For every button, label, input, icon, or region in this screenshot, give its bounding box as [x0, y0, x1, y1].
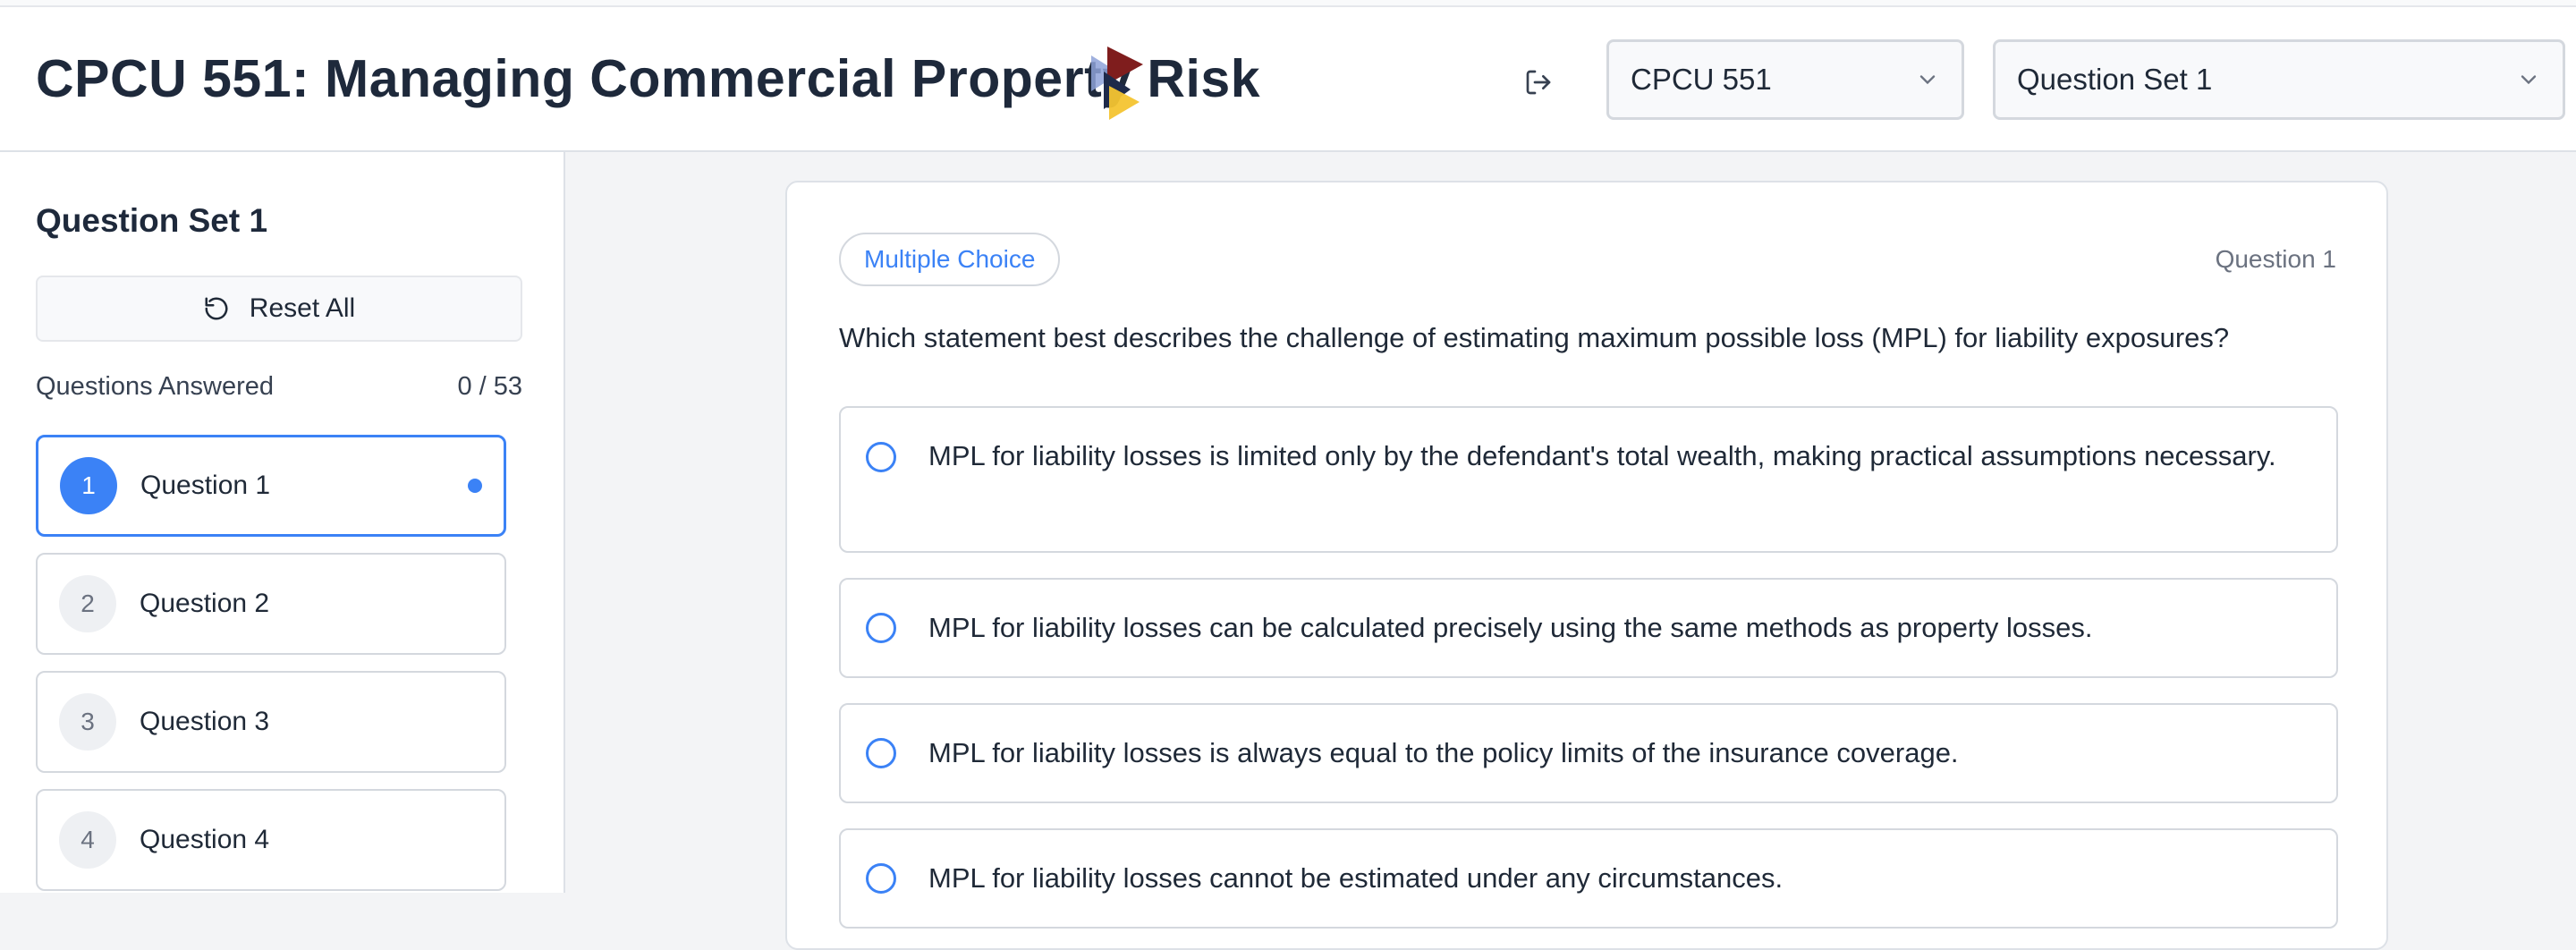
question-nav-item-4[interactable]: 4 Question 4 [36, 789, 506, 891]
question-number-badge: 3 [59, 693, 116, 751]
course-select-value: CPCU 551 [1631, 63, 1772, 96]
chevron-down-icon [2521, 75, 2537, 85]
reset-all-label: Reset All [249, 293, 356, 323]
question-nav-item-1[interactable]: 1 Question 1 [36, 435, 506, 537]
question-nav-label: Question 1 [140, 471, 271, 500]
question-number-badge: 4 [59, 811, 116, 869]
chevron-down-icon [1919, 75, 1936, 85]
radio-button[interactable] [866, 738, 896, 768]
question-nav-item-3[interactable]: 3 Question 3 [36, 671, 506, 773]
answer-option-2[interactable]: MPL for liability losses can be calculat… [839, 578, 2338, 678]
logout-icon [1526, 70, 1551, 95]
logout-button[interactable] [1521, 64, 1556, 100]
question-number-badge: 2 [59, 575, 116, 632]
question-type-badge: Multiple Choice [839, 233, 1061, 286]
question-text: Which statement best describes the chall… [839, 322, 2230, 353]
radio-button[interactable] [866, 613, 896, 643]
answer-option-4[interactable]: MPL for liability losses cannot be estim… [839, 828, 2338, 929]
question-number-label: Question 1 [2215, 245, 2336, 273]
top-strip [0, 0, 2576, 7]
app-logo-icon [1091, 47, 1143, 120]
course-select[interactable]: CPCU 551 [1606, 39, 1964, 120]
question-set-select[interactable]: Question Set 1 [1993, 39, 2565, 120]
question-nav-label: Question 2 [140, 589, 270, 618]
current-question-indicator [468, 479, 482, 493]
question-nav-label: Question 3 [140, 707, 270, 736]
main-content: Multiple Choice Question 1 Which stateme… [565, 152, 2576, 950]
answered-progress: Questions Answered 0 / 53 [36, 372, 522, 402]
page-title: CPCU 551: Managing Commercial Property R… [36, 49, 1261, 108]
answered-label: Questions Answered [36, 372, 274, 401]
answer-option-1[interactable]: MPL for liability losses is limited only… [839, 406, 2338, 553]
answer-option-text: MPL for liability losses is limited only… [928, 440, 2276, 471]
radio-button[interactable] [866, 442, 896, 472]
reset-all-button[interactable]: Reset All [36, 276, 522, 342]
answer-option-text: MPL for liability losses can be calculat… [928, 612, 2093, 643]
question-nav-item-2[interactable]: 2 Question 2 [36, 553, 506, 655]
reset-icon [205, 297, 228, 320]
radio-button[interactable] [866, 863, 896, 894]
answer-option-3[interactable]: MPL for liability losses is always equal… [839, 703, 2338, 803]
question-nav-label: Question 4 [140, 825, 270, 854]
answer-option-text: MPL for liability losses cannot be estim… [928, 862, 1784, 894]
question-card: Multiple Choice Question 1 Which stateme… [785, 181, 2388, 950]
question-number-badge: 1 [60, 457, 117, 514]
app-header: CPCU 551: Managing Commercial Property R… [0, 7, 2576, 152]
answered-count: 0 / 53 [457, 372, 522, 401]
question-set-select-value: Question Set 1 [2017, 63, 2213, 96]
sidebar-title: Question Set 1 [36, 202, 268, 239]
sidebar: Question Set 1 Reset All Questions Answe… [0, 152, 565, 893]
answer-option-text: MPL for liability losses is always equal… [928, 737, 1959, 768]
